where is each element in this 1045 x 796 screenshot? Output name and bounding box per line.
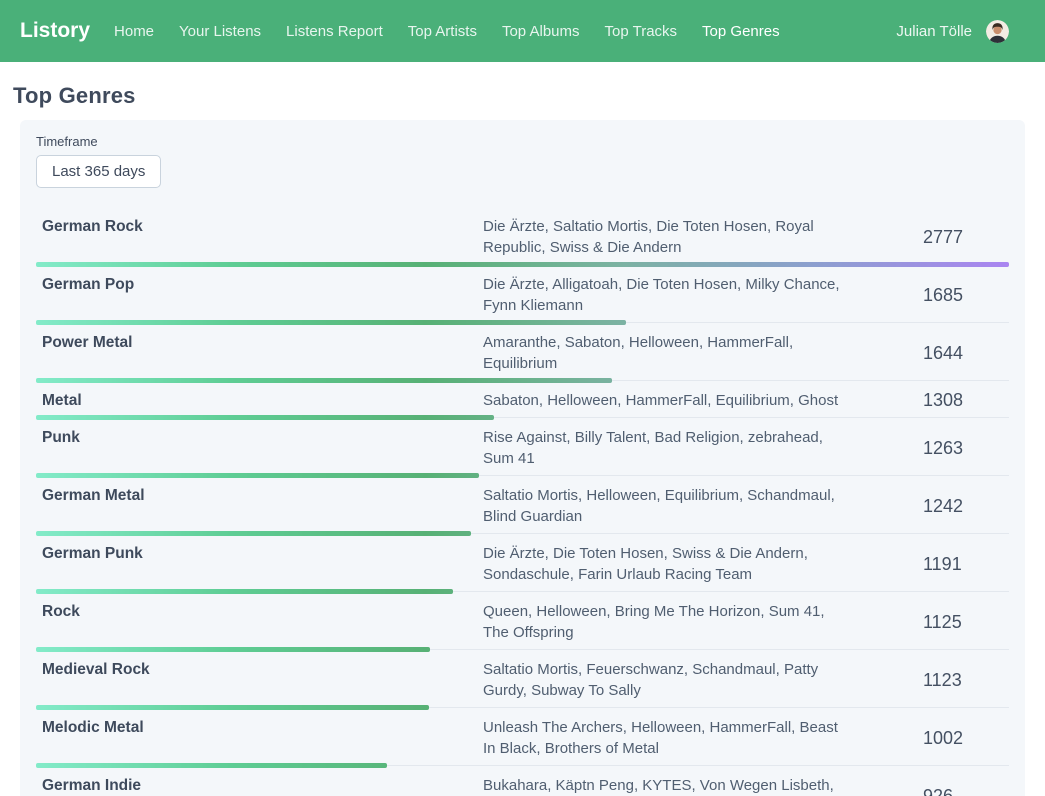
genre-name: Melodic Metal: [36, 717, 483, 759]
user-menu-name[interactable]: Julian Tölle: [896, 23, 972, 40]
nav-link-top-tracks[interactable]: Top Tracks: [605, 23, 678, 40]
nav-link-top-genres[interactable]: Top Genres: [702, 23, 780, 40]
main-navigation: Home Your Listens Listens Report Top Artist…: [114, 23, 805, 40]
genre-listen-count: 926: [843, 775, 1009, 796]
genre-row-rock: RockQueen, Helloween, Bring Me The Horiz…: [36, 594, 1009, 652]
genre-row-power-metal: Power MetalAmaranthe, Sabaton, Helloween…: [36, 325, 1009, 383]
top-genres-card: Timeframe Last 365 days German RockDie Ä…: [20, 120, 1025, 796]
genre-name: German Rock: [36, 216, 483, 258]
genre-row-medieval-rock: Medieval RockSaltatio Mortis, Feuerschwa…: [36, 652, 1009, 710]
genre-name: Power Metal: [36, 332, 483, 374]
nav-link-home[interactable]: Home: [114, 23, 154, 40]
genre-row-german-punk: German PunkDie Ärzte, Die Toten Hosen, S…: [36, 536, 1009, 594]
genre-name: German Punk: [36, 543, 483, 585]
genre-row-german-rock: German RockDie Ärzte, Saltatio Mortis, D…: [36, 209, 1009, 267]
app-logo[interactable]: Listory: [20, 19, 90, 43]
genre-listen-count: 1263: [843, 427, 1009, 469]
nav-link-top-artists[interactable]: Top Artists: [408, 23, 477, 40]
user-avatar[interactable]: [986, 20, 1009, 43]
genre-top-artists: Rise Against, Billy Talent, Bad Religion…: [483, 427, 843, 469]
timeframe-label: Timeframe: [36, 134, 1009, 149]
genre-name: Punk: [36, 427, 483, 469]
genre-row-punk: PunkRise Against, Billy Talent, Bad Reli…: [36, 420, 1009, 478]
genre-row-german-pop: German PopDie Ärzte, Alligatoah, Die Tot…: [36, 267, 1009, 325]
genre-name: Medieval Rock: [36, 659, 483, 701]
nav-link-listens-report[interactable]: Listens Report: [286, 23, 383, 40]
genre-top-artists: Bukahara, Käptn Peng, KYTES, Von Wegen L…: [483, 775, 843, 796]
genre-top-artists: Amaranthe, Sabaton, Helloween, HammerFal…: [483, 332, 843, 374]
genre-listen-count: 1242: [843, 485, 1009, 527]
genre-row-german-metal: German MetalSaltatio Mortis, Helloween, …: [36, 478, 1009, 536]
genre-name: Rock: [36, 601, 483, 643]
genre-row-melodic-metal: Melodic MetalUnleash The Archers, Hellow…: [36, 710, 1009, 768]
genre-name: German Indie: [36, 775, 483, 796]
genre-listen-count: 1123: [843, 659, 1009, 701]
page-content: Top Genres Timeframe Last 365 days Germa…: [0, 83, 1045, 796]
nav-link-top-albums[interactable]: Top Albums: [502, 23, 580, 40]
genre-row-german-indie: German IndieBukahara, Käptn Peng, KYTES,…: [36, 768, 1009, 796]
genre-top-artists: Die Ärzte, Saltatio Mortis, Die Toten Ho…: [483, 216, 843, 258]
genre-listen-count: 1685: [843, 274, 1009, 316]
genre-top-artists: Die Ärzte, Die Toten Hosen, Swiss & Die …: [483, 543, 843, 585]
genre-top-artists: Queen, Helloween, Bring Me The Horizon, …: [483, 601, 843, 643]
genre-top-artists: Unleash The Archers, Helloween, HammerFa…: [483, 717, 843, 759]
user-photo-icon: [986, 20, 1009, 43]
genre-top-artists: Sabaton, Helloween, HammerFall, Equilibr…: [483, 390, 843, 411]
genre-name: German Metal: [36, 485, 483, 527]
genre-listen-count: 1308: [843, 390, 1009, 411]
genre-list: German RockDie Ärzte, Saltatio Mortis, D…: [36, 209, 1009, 796]
genre-name: Metal: [36, 390, 483, 411]
genre-row-metal: MetalSabaton, Helloween, HammerFall, Equ…: [36, 383, 1009, 420]
genre-top-artists: Saltatio Mortis, Helloween, Equilibrium,…: [483, 485, 843, 527]
timeframe-select[interactable]: Last 365 days: [36, 155, 161, 188]
page-title: Top Genres: [13, 83, 1025, 109]
genre-listen-count: 1125: [843, 601, 1009, 643]
top-navbar: Listory Home Your Listens Listens Report To…: [0, 0, 1045, 62]
genre-listen-count: 1644: [843, 332, 1009, 374]
genre-top-artists: Die Ärzte, Alligatoah, Die Toten Hosen, …: [483, 274, 843, 316]
genre-listen-count: 1191: [843, 543, 1009, 585]
nav-link-your-listens[interactable]: Your Listens: [179, 23, 261, 40]
genre-listen-count: 1002: [843, 717, 1009, 759]
genre-name: German Pop: [36, 274, 483, 316]
genre-top-artists: Saltatio Mortis, Feuerschwanz, Schandmau…: [483, 659, 843, 701]
genre-listen-count: 2777: [843, 216, 1009, 258]
